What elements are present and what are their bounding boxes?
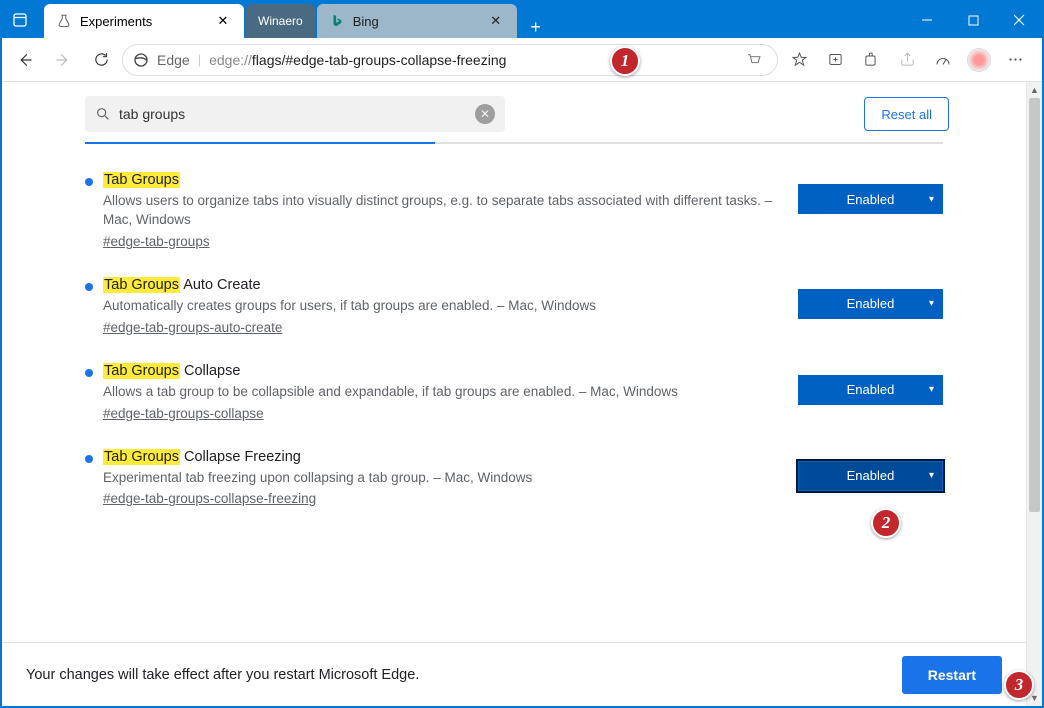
annotation-badge-3: 3: [1004, 670, 1034, 700]
minimize-button[interactable]: [904, 2, 950, 38]
flag-state-select[interactable]: Enabled ▾: [798, 289, 943, 319]
refresh-button[interactable]: [84, 43, 118, 77]
chevron-down-icon: ▾: [929, 298, 934, 309]
share-button[interactable]: [890, 43, 924, 77]
close-icon[interactable]: ✕: [487, 12, 505, 30]
restart-button[interactable]: Restart: [902, 656, 1002, 694]
flag-anchor-link[interactable]: #edge-tab-groups-auto-create: [103, 320, 282, 335]
flag-title: Tab Groups Auto Create: [103, 277, 778, 293]
annotation-badge-2: 2: [871, 508, 901, 538]
flag-description: Allows users to organize tabs into visua…: [103, 192, 778, 230]
scroll-up-button[interactable]: ▲: [1027, 82, 1042, 98]
site-identity-label: Edge: [157, 52, 190, 68]
chevron-down-icon: ▾: [929, 194, 934, 205]
menu-button[interactable]: [998, 43, 1032, 77]
avatar-icon: [967, 48, 991, 72]
flag-title: Tab Groups Collapse: [103, 363, 778, 379]
flag-item: Tab Groups Collapse Freezing Experimental…: [85, 449, 943, 507]
flag-state-select[interactable]: Enabled ▾: [798, 461, 943, 491]
search-bar-row: ✕ Reset all: [79, 96, 949, 132]
back-button[interactable]: [8, 43, 42, 77]
flag-description: Automatically creates groups for users, …: [103, 297, 778, 316]
close-window-button[interactable]: [996, 2, 1042, 38]
clear-search-button[interactable]: ✕: [475, 104, 495, 124]
flag-body: Tab Groups Allows users to organize tabs …: [103, 172, 798, 249]
content-area: ✕ Reset all Tab Groups Allows users to or…: [2, 82, 1042, 706]
flag-item: Tab Groups Auto Create Automatically crea…: [85, 277, 943, 335]
toolbar: Edge | edge://flags/#edge-tab-groups-col…: [2, 38, 1042, 82]
flag-item: Tab Groups Allows users to organize tabs …: [85, 172, 943, 249]
tab-label: Bing: [353, 14, 379, 29]
url-text: edge://flags/#edge-tab-groups-collapse-f…: [209, 52, 506, 68]
flask-icon: [56, 13, 72, 29]
flags-search-box[interactable]: ✕: [85, 96, 505, 132]
flag-anchor-link[interactable]: #edge-tab-groups-collapse: [103, 406, 264, 421]
flag-anchor-link[interactable]: #edge-tab-groups-collapse-freezing: [103, 491, 316, 506]
flag-body: Tab Groups Collapse Allows a tab group to…: [103, 363, 798, 421]
tab-indicator: [85, 142, 943, 144]
tab-experiments[interactable]: Experiments ✕: [44, 4, 244, 38]
tab-bing[interactable]: Bing ✕: [317, 4, 517, 38]
tab-actions-button[interactable]: [2, 2, 38, 38]
flag-item: Tab Groups Collapse Allows a tab group to…: [85, 363, 943, 421]
window-controls: [904, 2, 1042, 38]
search-input[interactable]: [119, 106, 467, 122]
toolbar-actions: [782, 43, 1036, 77]
flag-description: Experimental tab freezing upon collapsin…: [103, 469, 778, 488]
reset-all-button[interactable]: Reset all: [864, 97, 949, 131]
maximize-button[interactable]: [950, 2, 996, 38]
tab-label: Experiments: [80, 14, 152, 29]
tab-winaero[interactable]: Winaero: [246, 4, 315, 38]
shopping-icon[interactable]: [741, 47, 767, 73]
page-viewport: ✕ Reset all Tab Groups Allows users to or…: [2, 82, 1026, 706]
extensions-button[interactable]: [854, 43, 888, 77]
restart-bar: Your changes will take effect after you …: [2, 642, 1026, 706]
edge-logo-icon: [133, 52, 149, 68]
modified-indicator-icon: [85, 178, 93, 186]
collections-button[interactable]: [818, 43, 852, 77]
modified-indicator-icon: [85, 283, 93, 291]
chevron-down-icon: ▾: [929, 470, 934, 481]
restart-message: Your changes will take effect after you …: [26, 667, 419, 683]
profile-button[interactable]: [962, 43, 996, 77]
search-icon: [95, 106, 111, 122]
modified-indicator-icon: [85, 455, 93, 463]
performance-button[interactable]: [926, 43, 960, 77]
flag-title: Tab Groups Collapse Freezing: [103, 449, 778, 465]
flags-list: Tab Groups Allows users to organize tabs …: [79, 144, 949, 614]
flag-body: Tab Groups Collapse Freezing Experimental…: [103, 449, 798, 507]
scroll-track[interactable]: [1027, 98, 1042, 690]
tab-strip: Experiments ✕ Winaero Bing ✕ +: [38, 2, 553, 38]
flag-body: Tab Groups Auto Create Automatically crea…: [103, 277, 798, 335]
flags-page: ✕ Reset all Tab Groups Allows users to or…: [79, 82, 949, 614]
flag-description: Allows a tab group to be collapsible and…: [103, 383, 778, 402]
flag-state-select[interactable]: Enabled ▾: [798, 184, 943, 214]
tab-label: Winaero: [258, 14, 303, 28]
bing-icon: [329, 13, 345, 29]
title-bar: Experiments ✕ Winaero Bing ✕ +: [2, 2, 1042, 38]
flag-anchor-link[interactable]: #edge-tab-groups: [103, 234, 210, 249]
chevron-down-icon: ▾: [929, 384, 934, 395]
flag-title: Tab Groups: [103, 172, 778, 188]
flag-state-value: Enabled: [847, 382, 895, 397]
flag-state-value: Enabled: [847, 192, 895, 207]
forward-button[interactable]: [46, 43, 80, 77]
address-bar[interactable]: Edge | edge://flags/#edge-tab-groups-col…: [122, 44, 778, 76]
flag-state-select[interactable]: Enabled ▾: [798, 375, 943, 405]
close-icon[interactable]: ✕: [214, 12, 232, 30]
new-tab-button[interactable]: +: [519, 17, 553, 38]
browser-window: Experiments ✕ Winaero Bing ✕ +: [0, 0, 1044, 708]
flag-state-value: Enabled: [847, 468, 895, 483]
annotation-badge-1: 1: [610, 46, 640, 76]
scroll-thumb[interactable]: [1029, 98, 1040, 512]
favorites-button[interactable]: [782, 43, 816, 77]
flag-state-value: Enabled: [847, 296, 895, 311]
vertical-scrollbar[interactable]: ▲ ▼: [1026, 82, 1042, 706]
modified-indicator-icon: [85, 369, 93, 377]
separator: |: [198, 52, 201, 67]
